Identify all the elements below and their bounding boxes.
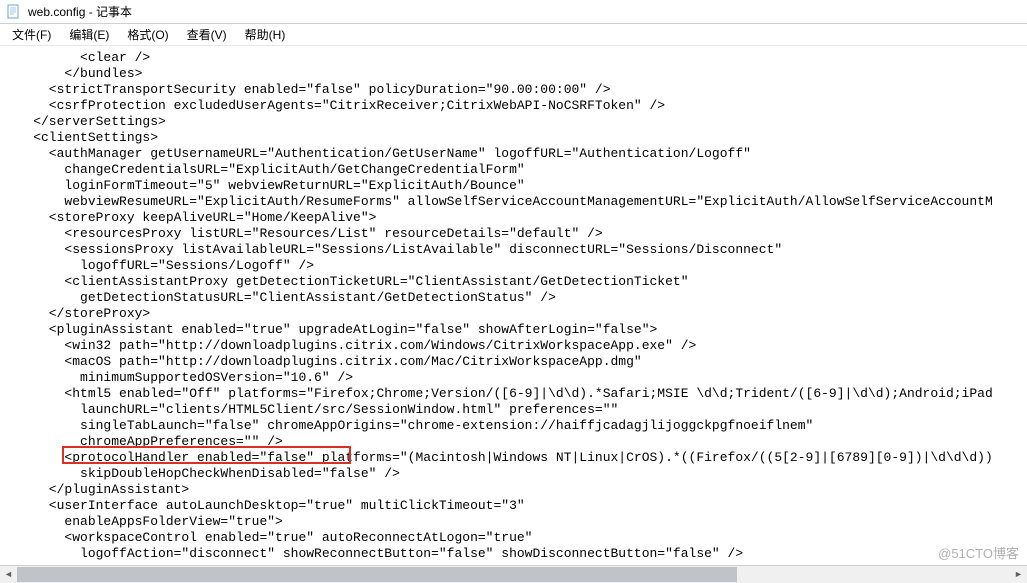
code-line: <macOS path="http://downloadplugins.citr… [2, 354, 1025, 370]
code-line: <clientAssistantProxy getDetectionTicket… [2, 274, 1025, 290]
code-line: logoffURL="Sessions/Logoff" /> [2, 258, 1025, 274]
code-line: singleTabLaunch="false" chromeAppOrigins… [2, 418, 1025, 434]
code-line: <resourcesProxy listURL="Resources/List"… [2, 226, 1025, 242]
code-line: <clientSettings> [2, 130, 1025, 146]
code-line: <strictTransportSecurity enabled="false"… [2, 82, 1025, 98]
scroll-left-button[interactable]: ◄ [0, 566, 17, 583]
menu-view[interactable]: 查看(V) [179, 24, 235, 45]
code-line: skipDoubleHopCheckWhenDisabled="false" /… [2, 466, 1025, 482]
code-line: </pluginAssistant> [2, 482, 1025, 498]
menu-help[interactable]: 帮助(H) [237, 24, 294, 45]
code-line: logoffAction="disconnect" showReconnectB… [2, 546, 1025, 562]
code-line: <csrfProtection excludedUserAgents="Citr… [2, 98, 1025, 114]
code-line: minimumSupportedOSVersion="10.6" /> [2, 370, 1025, 386]
window-title: web.config - 记事本 [28, 3, 132, 20]
code-line: </bundles> [2, 66, 1025, 82]
code-line: <workspaceControl enabled="true" autoRec… [2, 530, 1025, 546]
code-line: launchURL="clients/HTML5Client/src/Sessi… [2, 402, 1025, 418]
menu-file[interactable]: 文件(F) [4, 24, 59, 45]
scroll-thumb[interactable] [17, 567, 737, 582]
scroll-right-button[interactable]: ► [1010, 566, 1027, 583]
code-line: <clear /> [2, 50, 1025, 66]
menu-edit[interactable]: 编辑(E) [61, 24, 117, 45]
scroll-track[interactable] [17, 566, 1010, 583]
code-line: enableAppsFolderView="true"> [2, 514, 1025, 530]
code-line: webviewResumeURL="ExplicitAuth/ResumeFor… [2, 194, 1025, 210]
notepad-icon [6, 4, 22, 20]
code-line: <html5 enabled="Off" platforms="Firefox;… [2, 386, 1025, 402]
text-editor-content[interactable]: <clear /> </bundles> <strictTransportSec… [0, 46, 1027, 565]
code-line: <userInterface autoLaunchDesktop="true" … [2, 498, 1025, 514]
menu-format[interactable]: 格式(O) [119, 24, 176, 45]
code-line: loginFormTimeout="5" webviewReturnURL="E… [2, 178, 1025, 194]
horizontal-scrollbar[interactable]: ◄ ► [0, 565, 1027, 582]
code-line: <storeProxy keepAliveURL="Home/KeepAlive… [2, 210, 1025, 226]
code-line: changeCredentialsURL="ExplicitAuth/GetCh… [2, 162, 1025, 178]
code-line: <authManager getUsernameURL="Authenticat… [2, 146, 1025, 162]
code-line: <protocolHandler enabled="false" platfor… [2, 450, 1025, 466]
code-line: chromeAppPreferences="" /> [2, 434, 1025, 450]
code-line: <sessionsProxy listAvailableURL="Session… [2, 242, 1025, 258]
code-line: </serverSettings> [2, 114, 1025, 130]
titlebar: web.config - 记事本 [0, 0, 1027, 24]
menubar: 文件(F) 编辑(E) 格式(O) 查看(V) 帮助(H) [0, 24, 1027, 46]
code-line: getDetectionStatusURL="ClientAssistant/G… [2, 290, 1025, 306]
code-line: </storeProxy> [2, 306, 1025, 322]
code-line: <pluginAssistant enabled="true" upgradeA… [2, 322, 1025, 338]
code-line: <win32 path="http://downloadplugins.citr… [2, 338, 1025, 354]
